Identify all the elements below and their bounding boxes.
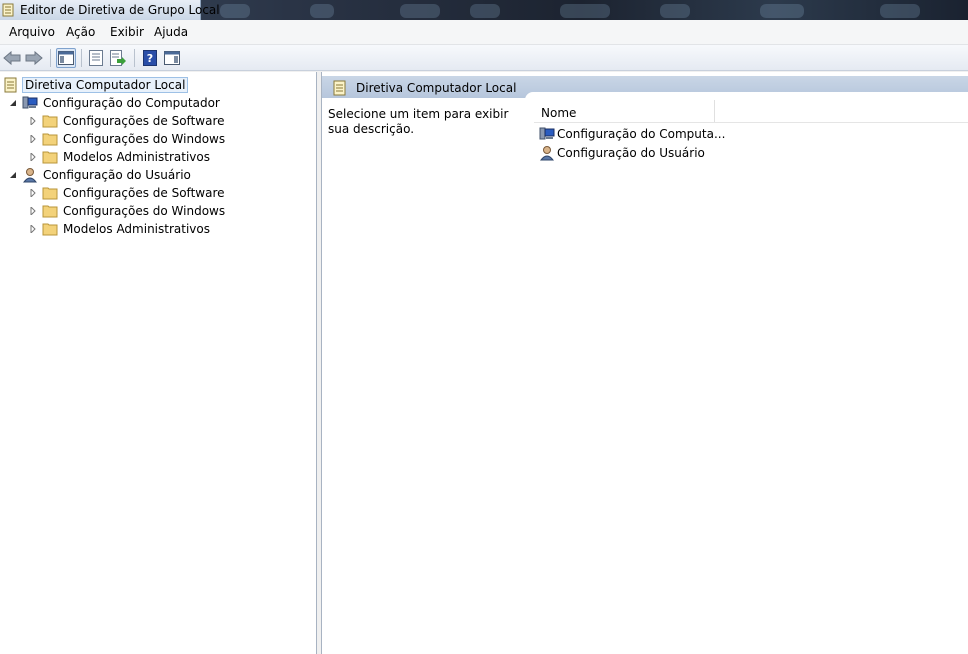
tree-item-computer-config[interactable]: Configuração do Computador <box>8 94 222 112</box>
tree-item-label: Configuração do Computador <box>43 96 220 110</box>
tree-item-label: Configurações de Software <box>63 186 225 200</box>
folder-icon <box>42 133 58 146</box>
details-pane: Diretiva Computador Local Selecione um i… <box>321 72 968 654</box>
expanded-triangle-icon[interactable] <box>8 98 18 108</box>
tree-item-local-policy[interactable]: Diretiva Computador Local <box>3 76 189 94</box>
column-header-nome[interactable]: Nome <box>541 106 576 120</box>
svg-text:?: ? <box>147 52 153 65</box>
title-bar: Editor de Diretiva de Grupo Local <box>0 0 968 20</box>
description-text: Selecione um item para exibir sua descri… <box>328 107 509 136</box>
tree-item-label: Configurações de Software <box>63 114 225 128</box>
taskbar-blur <box>470 4 500 18</box>
taskbar-blur <box>560 4 610 18</box>
console-tree[interactable]: Diretiva Computador Local Configuração d… <box>0 72 317 654</box>
tree-item-label: Configurações do Windows <box>63 132 226 146</box>
taskbar-blur <box>400 4 440 18</box>
tree-item-label: Modelos Administrativos <box>63 222 210 236</box>
toolbar: ? <box>0 45 968 71</box>
policy-document-icon <box>333 80 346 96</box>
collapsed-triangle-icon[interactable] <box>28 188 38 198</box>
tree-item-user-config[interactable]: Configuração do Usuário <box>8 166 193 184</box>
menu-bar: Arquivo Ação Exibir Ajuda <box>0 20 968 45</box>
user-icon <box>539 146 555 161</box>
taskbar-blur <box>660 4 690 18</box>
toolbar-separator <box>50 49 51 67</box>
taskbar-blur <box>760 4 804 18</box>
toolbar-separator <box>81 49 82 67</box>
help-button[interactable]: ? <box>140 48 160 68</box>
menu-exibir[interactable]: Exibir <box>110 25 144 39</box>
help-icon: ? <box>143 50 157 66</box>
tree-item-user-admin-templates[interactable]: Modelos Administrativos <box>28 220 212 238</box>
export-list-button[interactable] <box>108 48 128 68</box>
computer-icon <box>22 96 38 109</box>
list-item-computer-config[interactable]: Configuração do Computa... <box>539 125 725 143</box>
back-arrow-icon <box>3 51 21 65</box>
list-item-user-config[interactable]: Configuração do Usuário <box>539 144 705 162</box>
tree-item-label: Modelos Administrativos <box>63 150 210 164</box>
folder-icon <box>42 151 58 164</box>
collapsed-triangle-icon[interactable] <box>28 116 38 126</box>
collapsed-triangle-icon[interactable] <box>28 224 38 234</box>
folder-icon <box>42 115 58 128</box>
list-item-label: Configuração do Usuário <box>557 146 705 160</box>
action-pane-icon <box>164 51 180 65</box>
tree-item-windows-settings[interactable]: Configurações do Windows <box>28 130 227 148</box>
details-header-tab <box>525 92 968 100</box>
computer-icon <box>539 127 555 140</box>
properties-button[interactable] <box>86 48 106 68</box>
tree-item-software-settings[interactable]: Configurações de Software <box>28 112 227 130</box>
collapsed-triangle-icon[interactable] <box>28 206 38 216</box>
tree-item-admin-templates[interactable]: Modelos Administrativos <box>28 148 212 166</box>
console-tree-icon <box>58 51 74 65</box>
collapsed-triangle-icon[interactable] <box>28 134 38 144</box>
tree-item-label: Configurações do Windows <box>63 204 226 218</box>
tree-item-label: Diretiva Computador Local <box>22 77 189 93</box>
policy-document-icon <box>2 3 14 17</box>
action-pane-button[interactable] <box>162 48 182 68</box>
back-button[interactable] <box>2 48 22 68</box>
policy-document-icon <box>4 77 17 93</box>
taskbar-blur <box>220 4 250 18</box>
window-title-text: Editor de Diretiva de Grupo Local <box>20 3 220 17</box>
tree-item-user-windows-settings[interactable]: Configurações do Windows <box>28 202 227 220</box>
folder-icon <box>42 187 58 200</box>
tree-item-label: Configuração do Usuário <box>43 168 191 182</box>
details-title: Diretiva Computador Local <box>356 81 517 95</box>
folder-icon <box>42 205 58 218</box>
taskbar-blur <box>880 4 920 18</box>
menu-acao[interactable]: Ação <box>66 25 95 39</box>
toolbar-separator <box>134 49 135 67</box>
expanded-triangle-icon[interactable] <box>8 170 18 180</box>
folder-icon <box>42 223 58 236</box>
collapsed-triangle-icon[interactable] <box>28 152 38 162</box>
menu-ajuda[interactable]: Ajuda <box>154 25 188 39</box>
column-divider[interactable] <box>714 100 715 122</box>
user-icon <box>22 168 38 183</box>
taskbar-blur <box>310 4 334 18</box>
forward-arrow-icon <box>25 51 43 65</box>
list-view-icon <box>89 50 103 66</box>
export-list-icon <box>110 50 126 66</box>
forward-button[interactable] <box>24 48 44 68</box>
list-column-header: Nome <box>534 100 968 123</box>
show-hide-tree-button[interactable] <box>56 48 76 68</box>
menu-arquivo[interactable]: Arquivo <box>9 25 55 39</box>
list-item-label: Configuração do Computa... <box>557 127 726 141</box>
window-title: Editor de Diretiva de Grupo Local <box>0 0 220 20</box>
tree-item-user-software-settings[interactable]: Configurações de Software <box>28 184 227 202</box>
